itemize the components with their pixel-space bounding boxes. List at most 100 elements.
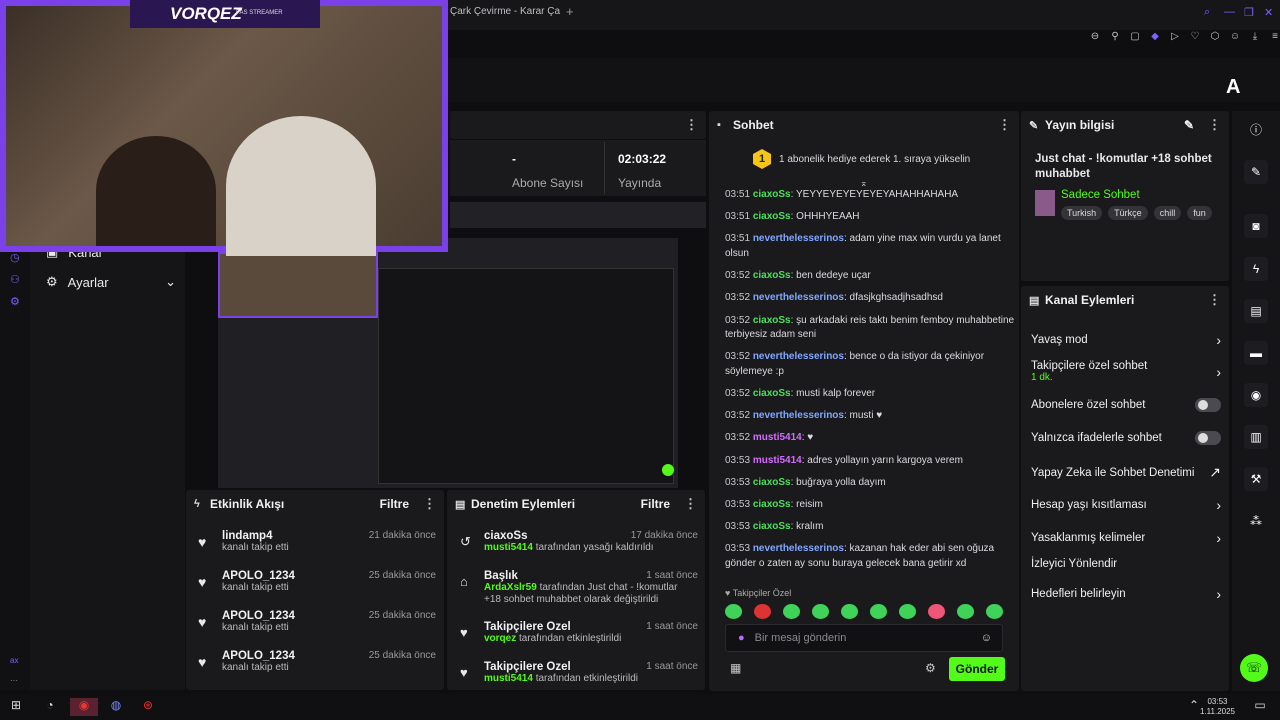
channel-action-item[interactable]: Yalnızca ifadelerle sohbet (1031, 431, 1221, 445)
edit-icon[interactable]: ✎ (1184, 118, 1194, 132)
more-icon[interactable]: ⋮ (684, 496, 697, 512)
heart-icon[interactable]: ♡ (1186, 31, 1204, 45)
ax-icon[interactable]: ax (10, 656, 18, 665)
message-user[interactable]: ciaxoSs (753, 388, 791, 399)
message-user[interactable]: neverthelesserinos (753, 233, 844, 244)
gear-icon[interactable]: ⚙ (925, 661, 936, 675)
emote[interactable] (725, 604, 742, 619)
pin-icon[interactable]: ⚲ (1106, 31, 1124, 45)
moderation-item[interactable]: ♥ Takipçilere Özel musti5414 tarafından et… (458, 661, 698, 687)
emote[interactable] (986, 604, 1003, 619)
brand-logo[interactable]: A (1226, 76, 1240, 99)
discord-icon[interactable]: ◍ (106, 698, 126, 716)
activity-item[interactable]: ♥ APOLO_1234 kanalı takip etti 25 dakika ön… (196, 570, 436, 593)
message-user[interactable]: neverthelesserinos (753, 351, 844, 362)
moderation-actor[interactable]: ArdaXslr59 (484, 582, 537, 593)
channel-action-item[interactable]: Yavaş mod › (1031, 332, 1221, 348)
windows-start-icon[interactable]: ⊞ (6, 698, 26, 716)
document-icon[interactable]: ▤ (1244, 299, 1268, 323)
channel-action-item[interactable]: Hedefleri belirleyin › (1031, 586, 1221, 602)
stream-preview[interactable] (218, 238, 678, 488)
emote[interactable] (899, 604, 916, 619)
clock-icon[interactable]: ◷ (10, 251, 20, 264)
settings-icon[interactable]: ⚙ (10, 295, 20, 308)
notification-icon[interactable]: ▭ (1250, 698, 1270, 716)
info-icon[interactable]: ⓘ (1244, 118, 1268, 142)
emote[interactable] (928, 604, 945, 619)
mic-icon[interactable]: ● (738, 632, 745, 644)
activity-item[interactable]: ♥ lindamp4 kanalı takip etti 21 dakika önce (196, 530, 436, 553)
emoji-icon[interactable]: ☺ (981, 632, 992, 644)
moderation-actor[interactable]: musti5414 (484, 542, 533, 553)
moderation-item[interactable]: ♥ Takipçilere Özel vorqez tarafından etkin… (458, 621, 698, 645)
gift-banner[interactable]: 1 1 abonelik hediye ederek 1. sıraya yük… (717, 142, 1011, 176)
tag[interactable]: Turkish (1061, 206, 1103, 220)
download-icon[interactable]: ⤓ (1246, 31, 1264, 45)
channel-action-item[interactable]: Hesap yaşı kısıtlaması › (1031, 497, 1221, 513)
channel-action-item[interactable]: Abonelere özel sohbet (1031, 398, 1221, 412)
shield-icon[interactable]: ◆ (1146, 31, 1164, 45)
message-user[interactable]: musti5414 (753, 432, 802, 443)
app-icon[interactable]: ◔ (40, 698, 60, 716)
moderation-actor[interactable]: vorqez (484, 633, 516, 644)
channel-action-item[interactable]: İzleyici Yönlendir (1031, 558, 1221, 570)
send-button[interactable]: Gönder (949, 657, 1005, 681)
filter-button[interactable]: Filtre (641, 497, 670, 511)
more-dots-icon[interactable]: ⋯ (10, 676, 18, 685)
new-tab-button[interactable]: + (566, 4, 574, 19)
message-user[interactable]: musti5414 (753, 455, 802, 466)
toggle-switch[interactable] (1195, 431, 1221, 445)
more-icon[interactable]: ⋮ (1208, 292, 1221, 308)
close-icon[interactable]: ✕ (1264, 6, 1273, 19)
tag[interactable]: Türkçe (1108, 206, 1148, 220)
layout-icon[interactable]: ▥ (1244, 425, 1268, 449)
emote[interactable] (754, 604, 771, 619)
maximize-icon[interactable]: ❐ (1244, 6, 1254, 19)
more-icon[interactable]: ⋮ (998, 117, 1011, 133)
zoom-icon[interactable]: ⊖ (1086, 31, 1104, 45)
tools-icon[interactable]: ⚒ (1244, 467, 1268, 491)
users-icon[interactable]: ⚇ (10, 273, 20, 286)
camera-icon[interactable]: ◙ (1244, 214, 1268, 238)
play-icon[interactable]: ▷ (1166, 31, 1184, 45)
browser-tab[interactable]: Çark Çevirme - Karar Ça (450, 6, 560, 17)
message-user[interactable]: ciaxoSs (753, 315, 791, 326)
emote[interactable] (783, 604, 800, 619)
apps-icon[interactable]: ⁂ (1244, 509, 1268, 533)
extension-icon[interactable]: ⬡ (1206, 31, 1224, 45)
store-icon[interactable]: ▦ (730, 661, 741, 675)
screenshot-icon[interactable]: ▢ (1126, 31, 1144, 45)
channel-action-item[interactable]: Takipçilere özel sohbet 1 dk. › (1031, 360, 1221, 383)
message-user[interactable]: neverthelesserinos (753, 292, 844, 303)
broadcast-icon[interactable]: ◉ (1244, 383, 1268, 407)
channel-action-item[interactable]: Yapay Zeka ile Sohbet Denetimi ↗ (1031, 464, 1221, 481)
moderation-item[interactable]: ↺ ciaxoSs musti5414 tarafından yasağı kald… (458, 530, 698, 554)
message-user[interactable]: ciaxoSs (753, 189, 791, 200)
category-name[interactable]: Sadece Sohbet (1061, 189, 1140, 201)
channel-action-item[interactable]: Yasaklanmış kelimeler › (1031, 530, 1221, 546)
app-icon[interactable]: ⊛ (138, 698, 158, 716)
chat-bubble-icon[interactable]: ▬ (1244, 341, 1268, 365)
support-icon[interactable]: ☏ (1240, 654, 1268, 682)
minimize-icon[interactable]: — (1224, 6, 1235, 18)
message-user[interactable]: ciaxoSs (753, 499, 791, 510)
emote[interactable] (841, 604, 858, 619)
message-user[interactable]: ciaxoSs (753, 477, 791, 488)
tag[interactable]: chill (1153, 206, 1182, 220)
activity-item[interactable]: ♥ APOLO_1234 kanalı takip etti 25 dakika ön… (196, 650, 436, 673)
browser-app-icon[interactable]: ◉ (70, 698, 98, 716)
profile-icon[interactable]: ☺ (1226, 31, 1244, 45)
emote[interactable] (812, 604, 829, 619)
toggle-switch[interactable] (1195, 398, 1221, 412)
tag[interactable]: fun (1187, 206, 1212, 220)
menu-icon[interactable]: ≡ (1266, 31, 1280, 45)
taskbar-clock[interactable]: 03:53 1.11.2025 (1200, 697, 1235, 717)
more-icon[interactable]: ⋮ (1208, 117, 1221, 133)
search-icon[interactable]: ⌕ (1204, 6, 1210, 19)
emote[interactable] (957, 604, 974, 619)
lightning-icon[interactable]: ϟ (1244, 257, 1268, 281)
sidebar-item-ayarlar[interactable]: ⚙ Ayarlar ⌄ (46, 274, 176, 290)
chat-input[interactable]: ● Bir mesaj gönderin ☺ (725, 624, 1003, 652)
more-icon[interactable]: ⋮ (423, 496, 436, 512)
message-user[interactable]: ciaxoSs (753, 521, 791, 532)
